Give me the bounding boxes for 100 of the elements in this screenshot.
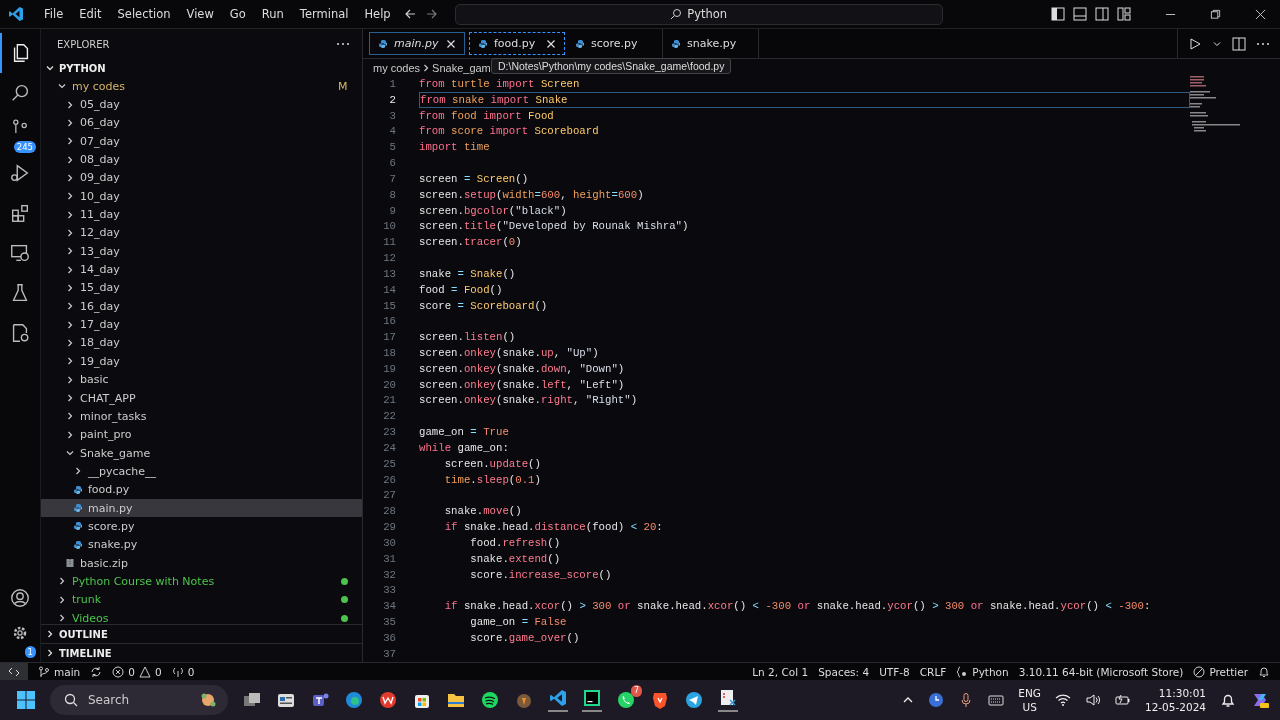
interpreter[interactable]: 3.10.11 64-bit (Microsoft Store) [1018,665,1184,678]
battery-icon[interactable] [1114,692,1131,708]
telegram-icon[interactable] [684,690,704,710]
tree-item[interactable]: Videos [41,608,333,624]
taskbar-search-field[interactable]: Search [50,685,228,715]
tree-item[interactable]: 14_day [41,260,362,279]
input-language[interactable]: ENG US [1018,686,1041,714]
panel-header[interactable]: OUTLINE [41,624,362,643]
tree-item[interactable]: 06_day [41,113,362,133]
tree-item[interactable]: Snake_game [41,443,362,463]
sync-icon[interactable] [90,665,103,678]
editor-tab[interactable]: main.py [369,32,465,55]
keyboard-icon[interactable] [988,692,1005,708]
code-line: screen.listen() [419,330,517,346]
line-number: 5 [388,141,396,154]
branch-button[interactable]: main [38,665,81,678]
line-ending[interactable]: CRLF [919,665,947,678]
menu-item[interactable]: Run [253,7,292,21]
encoding[interactable]: UTF-8 [879,665,910,678]
line-number: 30 [382,536,396,549]
menu-item[interactable]: Edit [71,7,110,21]
tab-label: food.py [494,37,536,50]
language-mode[interactable]: Python [956,665,1009,678]
close-icon[interactable] [446,38,456,49]
wps-icon[interactable] [378,690,398,710]
split-layout-icon[interactable] [1095,7,1109,21]
close-icon[interactable] [546,38,556,49]
split-editor-icon[interactable] [1232,36,1246,51]
breadcrumb-item[interactable]: Snake_gam [432,61,491,74]
whatsapp-icon[interactable] [616,690,636,710]
menu-item[interactable]: Terminal [291,7,357,21]
snipping-tool-icon[interactable] [718,688,738,712]
tree-item[interactable]: CHAT_APP [41,388,362,408]
tree-item[interactable]: basic.zip [41,553,362,573]
tree-item[interactable]: my codes [41,77,338,96]
restore-icon[interactable] [1210,8,1221,20]
menu-item[interactable]: Help [356,7,399,21]
tree-item[interactable]: paint_pro [41,425,362,444]
close-icon[interactable] [1255,8,1266,20]
tree-item[interactable]: score.py [41,517,362,536]
run-icon[interactable] [1188,36,1202,51]
tree-item[interactable]: 13_day [41,242,362,261]
formatter[interactable]: Prettier [1193,665,1248,678]
menu-item[interactable]: Selection [109,7,179,21]
line-number: 24 [382,441,396,454]
command-center-field[interactable]: Python [454,3,943,25]
tree-item[interactable]: basic [41,370,362,389]
tree-item[interactable]: 09_day [41,168,362,188]
tree-item[interactable]: 16_day [41,297,362,316]
sidebar-toggle-icon[interactable] [1051,7,1065,21]
section-header[interactable]: PYTHON [41,59,362,77]
code-editor-icon[interactable] [548,688,568,712]
search-input[interactable]: Search [86,692,190,708]
clock-icon[interactable] [928,692,945,708]
clock[interactable]: 11:30:01 12-05-2024 [1144,686,1206,714]
indentation[interactable]: Spaces: 4 [818,665,870,678]
problems-button[interactable]: 0 0 [112,665,162,678]
tree-item[interactable]: snake.py [41,535,362,554]
back-arrow-icon[interactable] [403,8,416,20]
tree-item[interactable]: 10_day [41,187,362,206]
menu-item[interactable]: View [178,7,222,21]
line-number: 16 [382,315,396,328]
volume-icon[interactable] [1084,692,1101,708]
remote-button[interactable] [0,663,28,680]
count-badge: 1 [24,646,36,658]
code-line: screen.bgcolor("black") [419,203,568,219]
wifi-icon[interactable] [1054,692,1071,708]
menu-item[interactable]: Go [221,7,254,21]
editor-tab[interactable]: food.py [469,32,565,55]
edge-icon[interactable] [344,690,364,710]
cursor-position[interactable]: Ln 2, Col 1 [752,665,809,678]
tree-item[interactable]: trunk [41,590,333,609]
tree-item[interactable]: 12_day [41,223,362,243]
tree-item[interactable]: minor_tasks [41,407,362,426]
spotify-icon[interactable] [480,690,500,710]
ide-icon[interactable] [582,688,602,712]
forward-arrow-icon[interactable] [425,8,438,20]
git-status-letter: M [338,79,349,93]
tree-item[interactable]: 19_day [41,352,362,371]
tree-item[interactable]: 17_day [41,315,362,334]
tree-item[interactable]: 11_day [41,205,362,224]
ports-button[interactable]: 0 [171,665,195,678]
layout-grid-icon[interactable] [1117,7,1131,21]
tree-item[interactable]: Python Course with Notes [41,572,333,591]
bell-icon[interactable] [1258,665,1270,678]
panel-toggle-icon[interactable] [1073,7,1087,21]
tree-item[interactable]: 18_day [41,333,362,353]
tree-item[interactable]: __pycache__ [41,462,362,481]
notification-bell-icon[interactable] [1220,692,1236,708]
breadcrumb-item[interactable]: my codes [373,61,421,74]
tree-item[interactable]: 08_day [41,150,362,169]
tree-item[interactable]: food.py [41,480,362,499]
tree-item[interactable]: 05_day [41,95,362,114]
menu-item[interactable]: File [36,7,72,21]
tree-item[interactable]: 07_day [41,132,362,151]
tree-item[interactable]: 15_day [41,278,362,298]
tree-item[interactable]: main.py [41,498,362,518]
remote-icon [8,665,20,678]
code-line: screen.tracer(0) [419,235,523,251]
start-icon[interactable] [16,690,36,710]
